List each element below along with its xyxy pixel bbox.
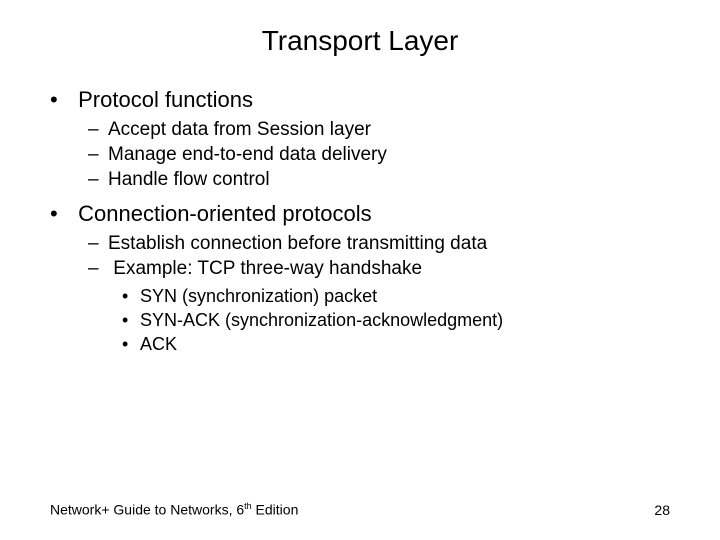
sub-text: Handle flow control <box>108 169 270 190</box>
bullet-text: Protocol functions <box>78 87 253 112</box>
subsub-item: SYN (synchronization) packet <box>122 286 670 307</box>
bullet-text: Connection-oriented protocols <box>78 201 372 226</box>
sub-item: Example: TCP three-way handshake SYN (sy… <box>88 258 670 355</box>
slide-title: Transport Layer <box>50 25 670 57</box>
page-number: 28 <box>654 502 670 518</box>
bullet-list: Protocol functions Accept data from Sess… <box>50 87 670 355</box>
subsub-item: SYN-ACK (synchronization-acknowledgment) <box>122 310 670 331</box>
sub-item: Manage end-to-end data delivery <box>88 144 670 166</box>
footer-source: Network+ Guide to Networks, 6th Edition <box>50 501 298 518</box>
sub-text: Example: TCP three-way handshake <box>113 258 422 279</box>
footer-source-prefix: Network+ Guide to Networks, 6 <box>50 502 244 518</box>
bullet-item: Protocol functions Accept data from Sess… <box>50 87 670 191</box>
sub-text: Establish connection before transmitting… <box>108 233 487 254</box>
sub-item: Accept data from Session layer <box>88 119 670 141</box>
sub-text: Accept data from Session layer <box>108 119 371 140</box>
sub-text: Manage end-to-end data delivery <box>108 144 387 165</box>
sub-item: Establish connection before transmitting… <box>88 233 670 255</box>
footer-source-ord: th <box>244 501 252 511</box>
slide: Transport Layer Protocol functions Accep… <box>0 0 720 540</box>
subsub-text: ACK <box>140 334 177 354</box>
subsub-text: SYN-ACK (synchronization-acknowledgment) <box>140 310 503 330</box>
subsub-list: SYN (synchronization) packet SYN-ACK (sy… <box>88 286 670 355</box>
sub-list: Establish connection before transmitting… <box>50 233 670 355</box>
footer: Network+ Guide to Networks, 6th Edition … <box>50 501 670 518</box>
subsub-text: SYN (synchronization) packet <box>140 286 377 306</box>
footer-source-suffix: Edition <box>252 502 299 518</box>
bullet-item: Connection-oriented protocols Establish … <box>50 201 670 355</box>
subsub-item: ACK <box>122 334 670 355</box>
sub-list: Accept data from Session layer Manage en… <box>50 119 670 191</box>
sub-item: Handle flow control <box>88 169 670 191</box>
